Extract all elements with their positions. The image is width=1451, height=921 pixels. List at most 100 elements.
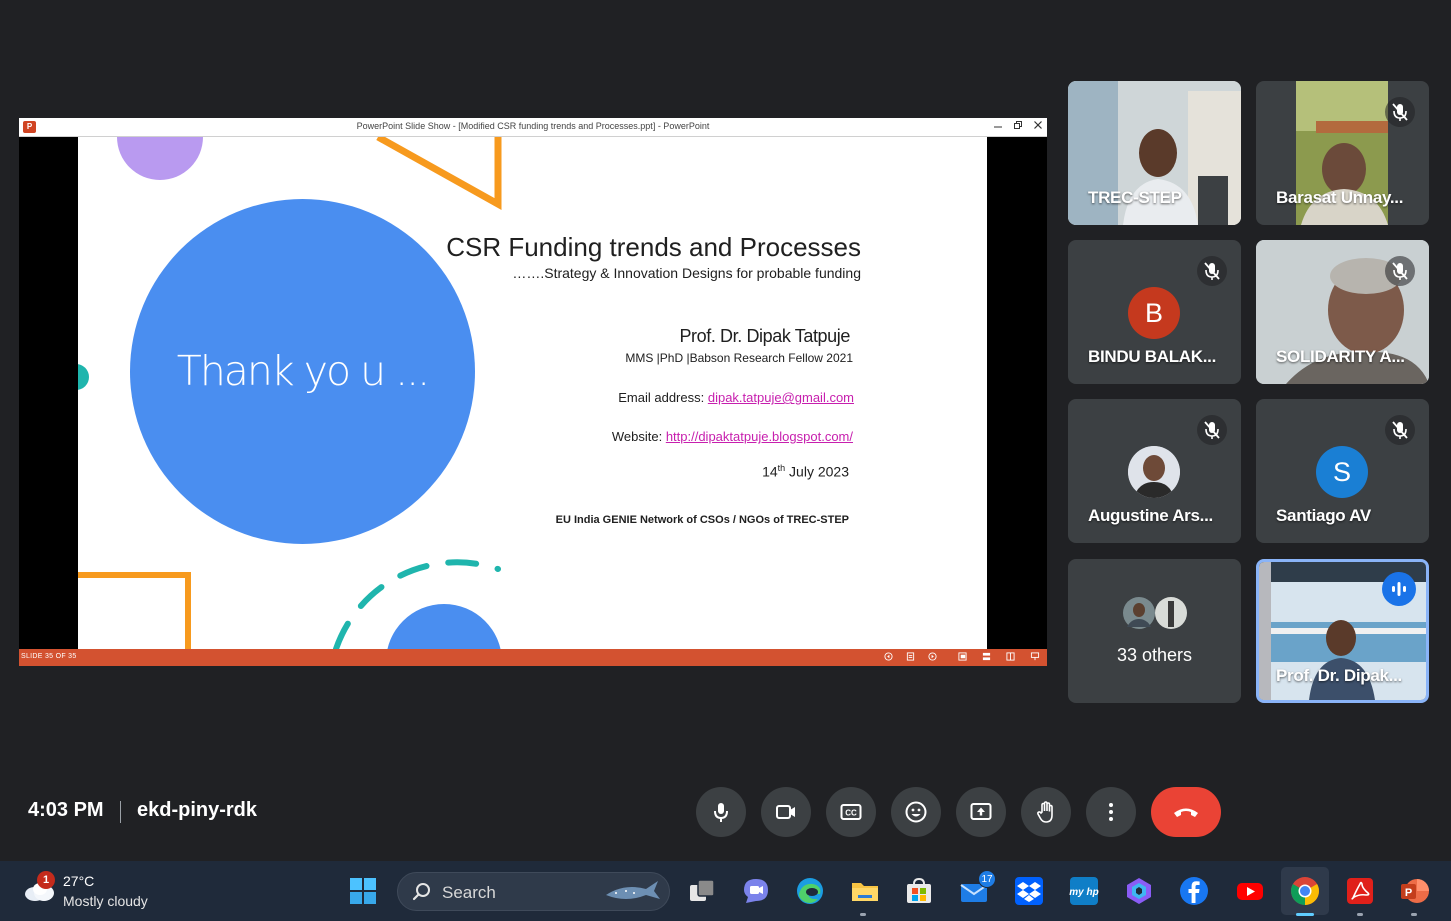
participant-name: TREC-STEP	[1088, 188, 1182, 207]
camera-icon	[776, 805, 795, 819]
close-button[interactable]	[1028, 119, 1047, 135]
ppt-window-title: PowerPoint Slide Show - [Modified CSR fu…	[356, 121, 710, 131]
others-tile[interactable]: 33 others	[1068, 559, 1241, 703]
chrome-active-indicator	[1296, 913, 1314, 916]
copilot-icon	[1127, 878, 1151, 904]
previous-slide-button[interactable]	[883, 652, 894, 663]
more-options-button[interactable]	[1086, 787, 1136, 837]
slide-sorter-icon	[982, 652, 991, 661]
chrome-icon	[1291, 877, 1319, 905]
myhp-icon: my hp	[1069, 877, 1099, 905]
participant-tile-active-speaker[interactable]: Prof. Dr. Dipak...	[1256, 559, 1429, 703]
weather-temperature: 27°C	[63, 873, 95, 889]
slide-canvas[interactable]: Thank yo u ... CSR Funding trends and Pr…	[78, 137, 987, 649]
weather-widget[interactable]: 1 27°C Mostly cloudy	[0, 861, 170, 921]
slide-counter: SLIDE 35 OF 35	[21, 653, 77, 660]
participant-name: Augustine Ars...	[1088, 506, 1213, 525]
task-view-button[interactable]	[686, 875, 718, 907]
slide-show-icon	[1030, 652, 1039, 661]
present-screen-icon	[970, 803, 992, 820]
participant-tile[interactable]: Barasat Unnay...	[1256, 81, 1429, 225]
present-screen-button[interactable]	[956, 787, 1006, 837]
reading-view-button[interactable]	[1005, 652, 1016, 663]
weather-description: Mostly cloudy	[63, 893, 148, 909]
start-button[interactable]	[347, 875, 379, 907]
powerpoint-button[interactable]: P	[1398, 875, 1430, 907]
ppt-status-bar: SLIDE 35 OF 35	[19, 649, 1047, 666]
camera-button[interactable]	[761, 787, 811, 837]
participant-tile[interactable]: SOLIDARITY A...	[1256, 240, 1429, 384]
next-slide-button[interactable]	[927, 652, 938, 663]
orange-square-shape	[78, 572, 191, 649]
others-avatar-stack	[1123, 597, 1187, 629]
search-icon	[412, 883, 430, 901]
presentation-date: 14th July 2023	[578, 463, 849, 480]
raise-hand-button[interactable]	[1021, 787, 1071, 837]
restore-button[interactable]	[1008, 119, 1028, 135]
presenter-name: Prof. Dr. Dipak Tatpuje	[679, 326, 850, 346]
acrobat-button[interactable]	[1344, 875, 1376, 907]
copilot-button[interactable]	[1123, 875, 1155, 907]
network-text: EU India GENIE Network of CSOs / NGOs of…	[555, 514, 849, 526]
chrome-button[interactable]	[1289, 875, 1321, 907]
muted-mic-icon	[1197, 415, 1227, 445]
emoji-icon	[905, 801, 927, 823]
leave-call-button[interactable]	[1151, 787, 1221, 837]
email-label: Email address:	[618, 390, 708, 405]
captions-button[interactable]: CC	[826, 787, 876, 837]
muted-mic-icon	[1385, 415, 1415, 445]
participant-tile[interactable]: Augustine Ars...	[1068, 399, 1241, 543]
dropbox-icon	[1015, 877, 1043, 905]
meeting-time: 4:03 PM	[28, 799, 104, 821]
slide-subtitle: …….Strategy & Innovation Designs for pro…	[512, 265, 861, 281]
teal-dot-shape	[78, 364, 89, 390]
minimize-icon	[994, 126, 1002, 128]
minimize-button[interactable]	[988, 119, 1008, 135]
email-line: Email address: dipak.tatpuje@gmail.com	[478, 390, 854, 405]
email-link[interactable]: dipak.tatpuje@gmail.com	[708, 390, 854, 405]
edge-browser-button[interactable]	[794, 875, 826, 907]
file-explorer-button[interactable]	[849, 875, 881, 907]
muted-mic-icon	[1385, 256, 1415, 286]
normal-view-icon	[958, 652, 967, 661]
orange-triangle-shape	[376, 137, 502, 210]
slide-sorter-button[interactable]	[981, 652, 992, 663]
dropbox-button[interactable]	[1013, 875, 1045, 907]
participant-tile[interactable]: TREC-STEP	[1068, 81, 1241, 225]
speaking-indicator-icon	[1382, 572, 1416, 606]
slide-show-button[interactable]	[1029, 652, 1040, 663]
powerpoint-icon: P	[1401, 879, 1429, 903]
search-label: Search	[442, 883, 496, 902]
raise-hand-icon	[1037, 801, 1053, 823]
facebook-icon	[1180, 877, 1208, 905]
myhp-button[interactable]: my hp	[1068, 875, 1100, 907]
slide-menu-button[interactable]	[905, 652, 916, 663]
avatar	[1128, 446, 1180, 498]
close-icon	[1034, 121, 1042, 129]
slide-title: CSR Funding trends and Processes	[446, 232, 861, 262]
microphone-icon	[714, 803, 728, 822]
participant-name: Santiago AV	[1276, 506, 1371, 525]
participant-name: SOLIDARITY A...	[1276, 347, 1405, 366]
taskbar-search-box[interactable]: Search	[397, 872, 670, 911]
microsoft-store-button[interactable]	[903, 875, 935, 907]
reading-view-icon	[1006, 652, 1015, 661]
captions-icon: CC	[840, 804, 862, 820]
participant-tile[interactable]: B BINDU BALAK...	[1068, 240, 1241, 384]
participant-tile[interactable]: S Santiago AV	[1256, 399, 1429, 543]
task-view-icon	[690, 879, 715, 901]
folder-icon	[852, 883, 878, 901]
facebook-button[interactable]	[1178, 875, 1210, 907]
microphone-button[interactable]	[696, 787, 746, 837]
emoji-reaction-button[interactable]	[891, 787, 941, 837]
meeting-code[interactable]: ekd-piny-rdk	[137, 799, 257, 822]
purple-circle-shape	[117, 137, 203, 180]
participant-name: BINDU BALAK...	[1088, 347, 1217, 366]
hang-up-icon	[1174, 808, 1198, 817]
teams-chat-button[interactable]	[740, 875, 772, 907]
normal-view-button[interactable]	[957, 652, 968, 663]
youtube-button[interactable]	[1234, 875, 1266, 907]
taskbar: 1 27°C Mostly cloudy Search 17 my hp P	[0, 861, 1451, 921]
website-link[interactable]: http://dipaktatpuje.blogspot.com/	[666, 429, 853, 444]
svg-text:CC: CC	[845, 809, 857, 818]
